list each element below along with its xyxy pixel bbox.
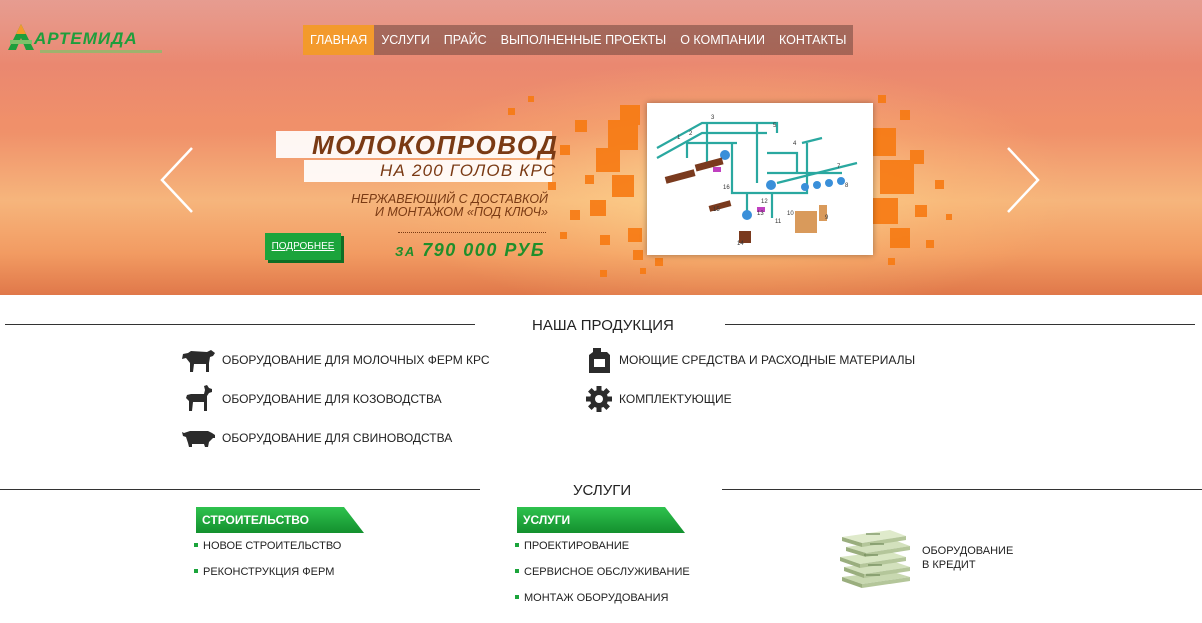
services-item-design-label: ПРОЕКТИРОВАНИЕ	[524, 540, 630, 552]
product-components-label: КОМПЛЕКТУЮЩИЕ	[619, 392, 732, 406]
services-title: УСЛУГИ	[573, 482, 632, 499]
services-item-installation-label: МОНТАЖ ОБОРУДОВАНИЯ	[524, 592, 669, 604]
logo-mark-icon	[8, 24, 34, 50]
nav-item-home[interactable]: ГЛАВНАЯ	[303, 25, 375, 55]
pig-icon	[182, 431, 215, 447]
logo-text: АРТЕМИДА	[34, 29, 138, 48]
bullet-icon	[194, 543, 198, 548]
products-divider-left	[5, 324, 475, 325]
product-pig[interactable]: ОБОРУДОВАНИЕ ДЛЯ СВИНОВОДСТВА	[180, 423, 452, 453]
main-nav: ГЛАВНАЯ УСЛУГИ ПРАЙС ВЫПОЛНЕННЫЕ ПРОЕКТЫ…	[303, 25, 854, 55]
price-prefix: ЗА	[395, 244, 416, 259]
money-stack-icon[interactable]	[838, 527, 914, 589]
bullet-icon	[515, 543, 519, 548]
price-value: 790 000 РУБ	[422, 240, 546, 260]
product-dairy[interactable]: ОБОРУДОВАНИЕ ДЛЯ МОЛОЧНЫХ ФЕРМ КРС	[180, 345, 490, 375]
svg-text:13: 13	[757, 211, 764, 217]
services-item-design[interactable]: ПРОЕКТИРОВАНИЕ	[515, 540, 629, 552]
svg-text:2: 2	[689, 131, 693, 137]
chevron-left-icon[interactable]	[160, 146, 194, 214]
site-logo[interactable]: АРТЕМИДА	[6, 22, 166, 58]
services-divider-left	[0, 489, 480, 490]
cow-icon	[182, 350, 215, 372]
gear-icon	[586, 386, 612, 412]
product-detergents[interactable]: МОЮЩИЕ СРЕДСТВА И РАСХОДНЫЕ МАТЕРИАЛЫ	[585, 345, 915, 375]
pipeline-scheme-image: 123 547 8910 111213 141516	[656, 115, 858, 247]
construction-item-reconstruction-label: РЕКОНСТРУКЦИЯ ФЕРМ	[203, 566, 335, 578]
hero-slider: АРТЕМИДА ГЛАВНАЯ УСЛУГИ ПРАЙС ВЫПОЛНЕННЫ…	[0, 0, 1202, 295]
credit-line1: ОБОРУДОВАНИЕ	[922, 545, 1014, 557]
bullet-icon	[515, 569, 519, 574]
product-goat[interactable]: ОБОРУДОВАНИЕ ДЛЯ КОЗОВОДСТВА	[180, 384, 442, 414]
svg-text:10: 10	[787, 211, 794, 217]
construction-item-new-label: НОВОЕ СТРОИТЕЛЬСТВО	[203, 540, 342, 552]
construction-item-reconstruction[interactable]: РЕКОНСТРУКЦИЯ ФЕРМ	[194, 566, 334, 578]
product-goat-label: ОБОРУДОВАНИЕ ДЛЯ КОЗОВОДСТВА	[222, 392, 442, 406]
bullet-icon	[515, 595, 519, 600]
slide-description: НЕРЖАВЕЮЩИЙ С ДОСТАВКОЙ И МОНТАЖОМ «ПОД …	[340, 193, 548, 219]
nav-item-services[interactable]: УСЛУГИ	[374, 25, 436, 55]
construction-tag[interactable]: СТРОИТЕЛЬСТВО	[196, 507, 366, 533]
canister-icon	[589, 348, 610, 373]
services-divider-right	[722, 489, 1202, 490]
svg-text:14: 14	[737, 241, 744, 247]
construction-item-new[interactable]: НОВОЕ СТРОИТЕЛЬСТВО	[194, 540, 341, 552]
svg-text:3: 3	[711, 115, 715, 121]
product-components[interactable]: КОМПЛЕКТУЮЩИЕ	[585, 384, 732, 414]
goat-icon	[186, 385, 212, 411]
products-title: НАША ПРОДУКЦИЯ	[532, 317, 674, 334]
nav-item-projects[interactable]: ВЫПОЛНЕННЫЕ ПРОЕКТЫ	[494, 25, 674, 55]
svg-text:4: 4	[793, 141, 797, 147]
svg-text:16: 16	[723, 185, 730, 191]
slide-description-line2: И МОНТАЖОМ «ПОД КЛЮЧ»	[374, 205, 548, 219]
nav-item-about[interactable]: О КОМПАНИИ	[673, 25, 772, 55]
svg-text:9: 9	[825, 215, 829, 221]
credit-link[interactable]: ОБОРУДОВАНИЕ В КРЕДИТ	[922, 544, 1013, 572]
products-divider-right	[725, 324, 1195, 325]
services-item-maintenance-label: СЕРВИСНОЕ ОБСЛУЖИВАНИЕ	[524, 566, 690, 578]
product-detergents-label: МОЮЩИЕ СРЕДСТВА И РАСХОДНЫЕ МАТЕРИАЛЫ	[619, 353, 916, 367]
credit-line2: В КРЕДИТ	[922, 559, 976, 571]
svg-text:8: 8	[845, 183, 849, 189]
slide-price: ЗА 790 000 РУБ	[395, 240, 545, 261]
more-button[interactable]: ПОДРОБНЕЕ	[265, 233, 341, 260]
services-tag-label: УСЛУГИ	[523, 513, 571, 527]
milk-pipeline-diagram: 123 547 8 9 10 11 12 13 14 15 16	[647, 103, 873, 255]
construction-tag-label: СТРОИТЕЛЬСТВО	[202, 513, 309, 527]
services-tag[interactable]: УСЛУГИ	[517, 507, 687, 533]
slide-title: МОЛОКОПРОВОД	[312, 130, 559, 160]
product-pig-label: ОБОРУДОВАНИЕ ДЛЯ СВИНОВОДСТВА	[222, 431, 453, 445]
svg-text:15: 15	[713, 207, 720, 213]
nav-item-price[interactable]: ПРАЙС	[437, 25, 494, 55]
bullet-icon	[194, 569, 198, 574]
nav-item-contacts[interactable]: КОНТАКТЫ	[772, 25, 853, 55]
services-item-installation[interactable]: МОНТАЖ ОБОРУДОВАНИЯ	[515, 592, 668, 604]
product-dairy-label: ОБОРУДОВАНИЕ ДЛЯ МОЛОЧНЫХ ФЕРМ КРС	[222, 353, 490, 367]
services-item-maintenance[interactable]: СЕРВИСНОЕ ОБСЛУЖИВАНИЕ	[515, 566, 690, 578]
slide-subtitle: НА 200 ГОЛОВ КРС	[380, 161, 557, 180]
svg-text:11: 11	[775, 219, 782, 225]
logo-tagline	[40, 50, 162, 53]
price-divider	[398, 232, 546, 233]
chevron-right-icon[interactable]	[1006, 146, 1040, 214]
svg-text:12: 12	[761, 199, 768, 205]
